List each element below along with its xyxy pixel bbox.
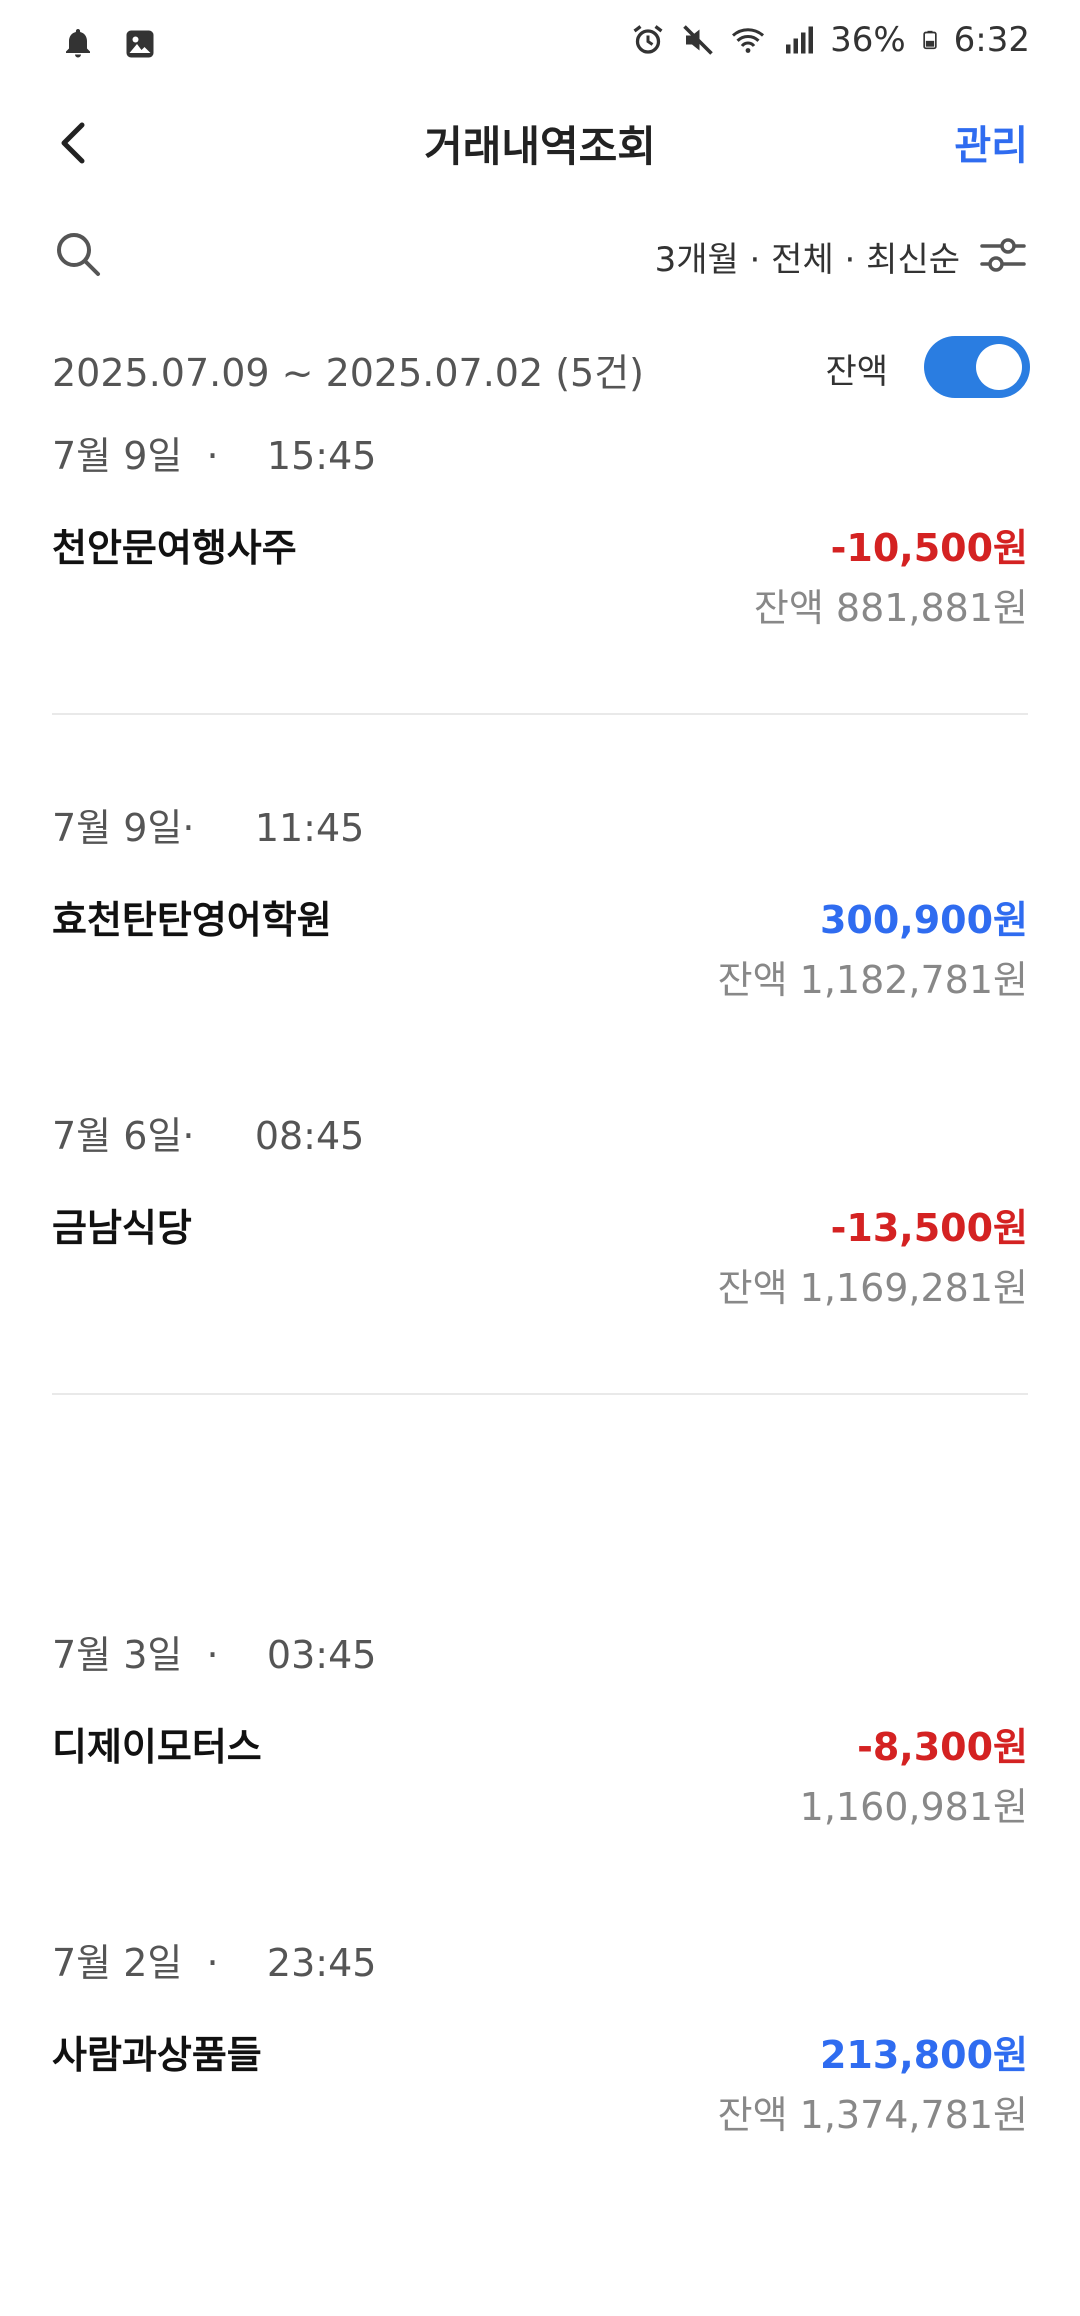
transaction-history-screen: 36% 6:32 거래내역조회 관리 3개월 · 전체 · 최신순 2025.0… [0,0,1080,2316]
date-range-summary: 2025.07.09 ~ 2025.07.02 (5건) [52,351,645,395]
transaction-merchant: 금남식당 [52,1206,192,1250]
transaction-balance: 1,160,981원 [799,1785,1028,1829]
transaction-item[interactable]: 7월 9일· 11:45 효천탄탄영어학원 300,900원 잔액 1,182,… [0,797,1080,1002]
transaction-amount: 300,900원 [819,898,1028,942]
notification-bell-icon [66,29,90,58]
transaction-item[interactable]: 7월 3일 · 03:45 디제이모터스 -8,300원 1,160,981원 [0,1624,1080,1829]
transaction-balance: 잔액 1,169,281원 [717,1266,1028,1310]
transaction-amount: 213,800원 [819,2033,1028,2077]
filter-row: 3개월 · 전체 · 최신순 [0,222,1080,292]
transaction-amount: -8,300원 [857,1725,1028,1769]
battery-icon [922,30,937,50]
wifi-icon [732,28,765,53]
battery-percent: 36% [830,20,906,60]
clock-time: 6:32 [953,20,1030,60]
transaction-balance: 잔액 881,881원 [753,586,1028,630]
gallery-image-icon [126,30,154,58]
transaction-date: 7월 9일 · 15:45 [52,434,377,478]
transaction-merchant: 천안문여행사주 [52,526,297,570]
transaction-item[interactable]: 7월 9일 · 15:45 천안문여행사주 -10,500원 잔액 881,88… [0,425,1080,630]
transaction-merchant: 디제이모터스 [52,1725,262,1769]
sliders-icon [980,238,1026,272]
transaction-balance: 잔액 1,182,781원 [717,958,1028,1002]
alarm-icon [633,25,663,54]
divider [52,713,1028,715]
balance-toggle-label: 잔액 [825,352,888,392]
date-range-row: 2025.07.09 ~ 2025.07.02 (5건) 잔액 [0,330,1080,410]
transaction-item[interactable]: 7월 2일 · 23:45 사람과상품들 213,800원 잔액 1,374,7… [0,1932,1080,2137]
manage-button[interactable]: 관리 [954,113,1028,171]
signal-icon [786,26,814,54]
divider [52,1393,1028,1395]
transaction-date: 7월 9일· 11:45 [52,806,365,850]
transaction-balance: 잔액 1,374,781원 [717,2093,1028,2137]
transaction-merchant: 효천탄탄영어학원 [52,898,332,942]
filter-summary[interactable]: 3개월 · 전체 · 최신순 [655,232,960,281]
mute-icon [683,25,713,55]
transaction-amount: -13,500원 [830,1206,1028,1250]
transaction-date: 7월 2일 · 23:45 [52,1941,377,1985]
search-button[interactable] [52,228,104,280]
transaction-date: 7월 6일· 08:45 [52,1114,365,1158]
status-bar: 36% 6:32 [0,0,1080,95]
filter-settings-button[interactable] [978,230,1028,280]
transaction-item[interactable]: 7월 6일· 08:45 금남식당 -13,500원 잔액 1,169,281원 [0,1105,1080,1310]
transaction-date: 7월 3일 · 03:45 [52,1633,377,1677]
transaction-merchant: 사람과상품들 [52,2033,262,2077]
balance-toggle[interactable] [924,336,1030,398]
app-header: 거래내역조회 관리 [0,95,1080,195]
search-icon [57,233,100,276]
page-title: 거래내역조회 [424,122,656,171]
transaction-amount: -10,500원 [830,526,1028,570]
toggle-knob [976,344,1022,390]
